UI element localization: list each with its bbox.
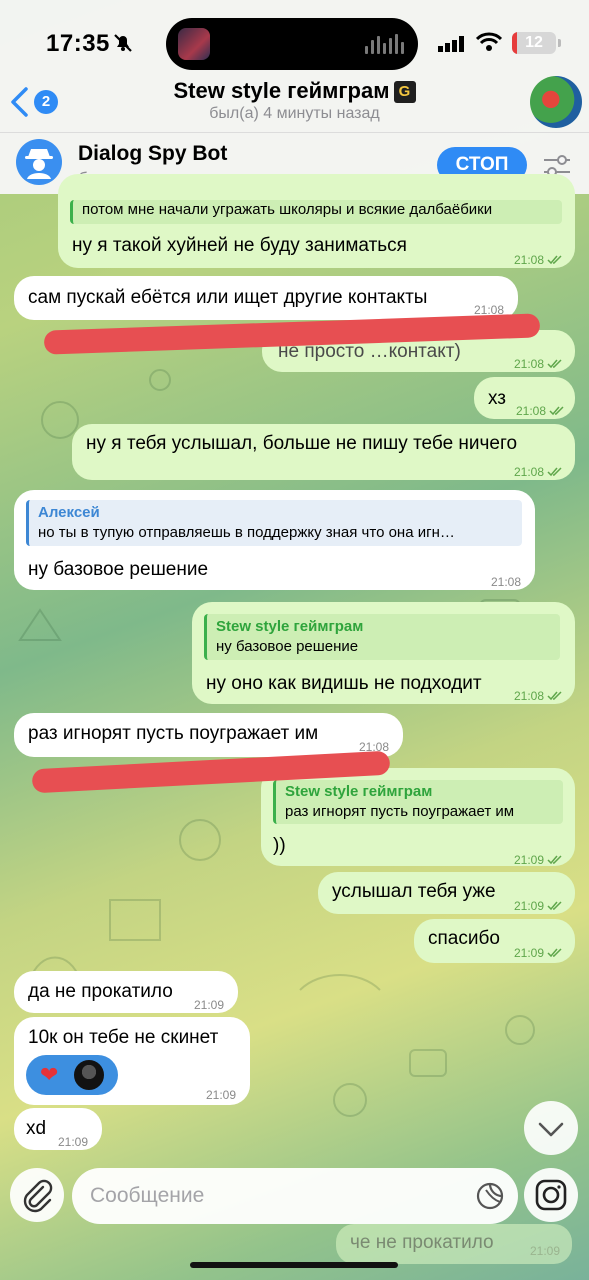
message-text: сам пускай ебётся или ищет другие контак…	[28, 287, 428, 308]
title-badge: G	[393, 81, 416, 103]
message-text: раз игнорят пусть поугражает им	[28, 723, 319, 744]
message-time: 21:09	[57, 1135, 88, 1149]
message-time: 21:09	[514, 848, 563, 872]
message-outgoing[interactable]: ну я тебя услышал, больше не пишу тебе н…	[72, 424, 575, 480]
read-check-icon	[547, 255, 562, 265]
battery-icon: 12	[512, 32, 556, 54]
reply-author: Stew style геймграм	[285, 783, 433, 800]
reply-quote[interactable]: Алексей но ты в тупую отправляешь в подд…	[26, 500, 522, 546]
message-text: ну базовое решение	[28, 559, 209, 580]
audio-waveform-icon	[365, 34, 404, 54]
last-seen-status: был(а) 4 минуты назад	[209, 105, 380, 122]
battery-tip	[558, 39, 561, 47]
chevron-down-icon	[538, 1122, 564, 1137]
reply-author: Stew style геймграм	[216, 618, 364, 635]
read-check-icon	[547, 691, 562, 701]
message-incoming[interactable]: раз игнорят пусть поугражает им 21:08	[14, 713, 403, 757]
read-check-icon	[549, 406, 564, 416]
reply-text: но ты в тупую отправляешь в поддержку зн…	[38, 524, 455, 541]
read-check-icon	[547, 467, 562, 477]
message-time: 21:09	[514, 894, 563, 918]
chat-title[interactable]: Stew style геймграм G	[0, 78, 589, 104]
heart-reaction-icon: ❤	[40, 1062, 59, 1087]
message-text: ))	[273, 835, 286, 856]
message-time: 21:08	[516, 399, 565, 423]
status-time: 17:35	[46, 30, 110, 57]
message-text: спасибо	[428, 928, 500, 949]
battery-percent: 12	[525, 34, 543, 51]
read-check-icon	[547, 855, 562, 865]
top-bar: 17:35 12 2 Stew style геймграм G был(а) 4…	[0, 0, 589, 132]
message-time: 21:08	[514, 460, 563, 484]
message-time: 21:09	[193, 998, 224, 1012]
message-outgoing[interactable]: хз 21:08	[474, 377, 575, 419]
message-time: 21:09	[514, 941, 563, 965]
paperclip-icon	[23, 1179, 53, 1213]
message-text: да не прокатило	[28, 981, 173, 1002]
read-check-icon	[547, 359, 562, 369]
message-incoming[interactable]: 10к он тебе не скинет ❤ 21:09	[14, 1017, 250, 1105]
message-outgoing[interactable]: Stew style геймграм ну базовое решение н…	[192, 602, 575, 704]
dynamic-island	[166, 18, 418, 70]
reply-text: раз игнорят пусть поугражает им	[285, 803, 515, 820]
message-text: ну оно как видишь не подходит	[206, 673, 482, 694]
message-time: 21:08	[514, 248, 563, 272]
message-outgoing[interactable]: Stew style геймграм раз игнорят пусть по…	[261, 768, 575, 867]
reply-author: Алексей	[38, 504, 100, 521]
sticker-icon[interactable]	[474, 1180, 506, 1212]
attach-button[interactable]	[10, 1168, 64, 1222]
home-indicator	[190, 1262, 398, 1268]
message-text: ну я такой хуйней не буду заниматься	[72, 235, 407, 256]
message-incoming[interactable]: xd 21:09	[14, 1108, 102, 1150]
message-time: 21:08	[490, 575, 521, 589]
reply-text: ну базовое решение	[216, 638, 359, 655]
message-time: 21:08	[514, 684, 563, 708]
message-time: 21:09	[529, 1244, 560, 1258]
spy-icon	[25, 149, 53, 179]
camera-icon	[535, 1179, 567, 1211]
message-input-placeholder: Сообщение	[90, 1184, 205, 1207]
message-outgoing[interactable]: спасибо 21:09	[414, 919, 575, 963]
camera-button[interactable]	[524, 1168, 578, 1222]
reply-text: потом мне начали угражать школяры и всяк…	[82, 201, 493, 218]
reactor-avatar	[72, 1058, 106, 1092]
message-text: че не прокатило	[350, 1232, 494, 1253]
bot-name: Dialog Spy Bot	[78, 142, 228, 165]
message-outgoing[interactable]: потом мне начали угражать школяры и всяк…	[58, 174, 575, 268]
message-incoming[interactable]: да не прокатило 21:09	[14, 971, 238, 1013]
chat-avatar[interactable]	[530, 76, 582, 128]
message-outgoing-partial[interactable]: че не прокатило 21:09	[336, 1224, 572, 1264]
message-input[interactable]: Сообщение	[72, 1168, 518, 1224]
message-outgoing[interactable]: услышал тебя уже 21:09	[318, 872, 575, 914]
message-text: xd	[26, 1118, 47, 1139]
message-text: услышал тебя уже	[332, 881, 496, 902]
wifi-icon	[476, 32, 502, 51]
reply-quote[interactable]: Stew style геймграм раз игнорят пусть по…	[273, 780, 563, 824]
bell-off-icon	[114, 34, 132, 52]
scroll-to-bottom-button[interactable]	[524, 1101, 578, 1155]
reply-quote[interactable]: потом мне начали угражать школяры и всяк…	[70, 200, 562, 224]
reply-quote[interactable]: Stew style геймграм ну базовое решение	[204, 614, 560, 660]
bot-avatar	[16, 139, 62, 185]
message-text: хз	[488, 388, 506, 409]
message-text: 10к он тебе не скинет	[28, 1027, 219, 1048]
message-incoming[interactable]: сам пускай ебётся или ищет другие контак…	[14, 276, 518, 320]
message-incoming[interactable]: Алексей но ты в тупую отправляешь в подд…	[14, 490, 535, 590]
now-playing-thumbnail	[178, 28, 210, 60]
signal-icon	[438, 36, 464, 52]
read-check-icon	[547, 948, 562, 958]
read-check-icon	[547, 901, 562, 911]
reaction-pill[interactable]: ❤	[26, 1055, 118, 1095]
message-time: 21:08	[514, 352, 563, 376]
message-time: 21:09	[205, 1088, 236, 1102]
message-text: ну я тебя услышал, больше не пишу тебе н…	[86, 433, 518, 454]
chat-title-text: Stew style геймграм	[173, 78, 390, 103]
